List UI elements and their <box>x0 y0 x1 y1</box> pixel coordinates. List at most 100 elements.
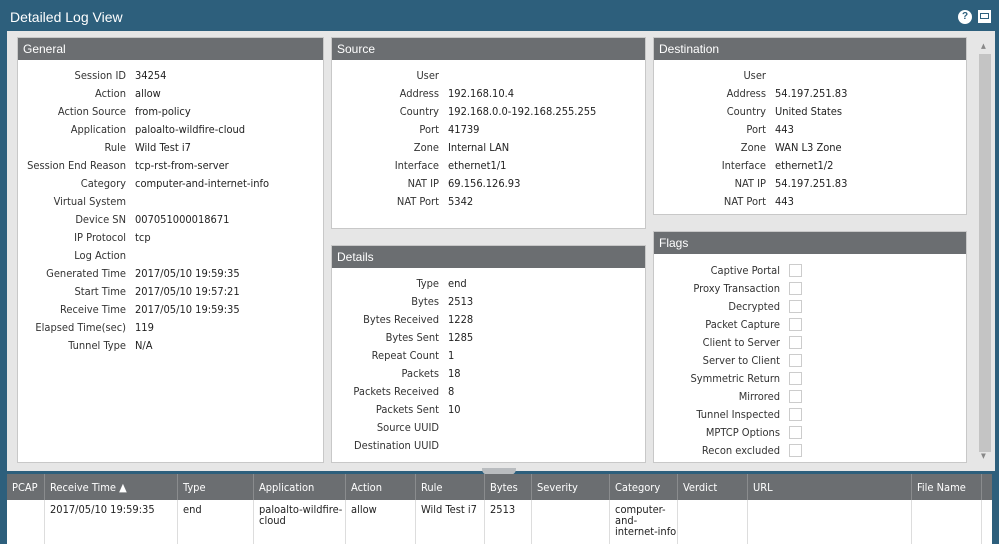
scrollbar-thumb[interactable] <box>979 54 991 452</box>
general-row: Rule Wild Test i7 <box>18 139 323 157</box>
flag-checkbox[interactable] <box>789 282 802 295</box>
general-row: Virtual System <box>18 193 323 211</box>
destination-row: Country United States <box>654 103 966 121</box>
details-rows: Type end Bytes 2513 Bytes Received 1228 Bytes … <box>332 268 645 455</box>
details-label: Packets Sent <box>375 403 439 416</box>
flag-checkbox[interactable] <box>789 444 802 457</box>
general-row: Tunnel Type N/A <box>18 337 323 355</box>
general-label: Virtual System <box>53 195 126 208</box>
flags-label: Tunnel Inspected <box>696 408 780 421</box>
flags-panel-title: Flags <box>654 232 966 254</box>
table-cell: 2017/05/10 19:59:35 <box>45 500 178 544</box>
source-value: ethernet1/1 <box>448 159 507 172</box>
scroll-down-icon[interactable]: ▼ <box>981 452 986 460</box>
general-panel-title: General <box>18 38 323 60</box>
table-cell: 2513 <box>485 500 532 544</box>
source-value: 5342 <box>448 195 474 208</box>
destination-label: NAT Port <box>723 195 766 208</box>
destination-label: Zone <box>740 141 766 154</box>
source-value: Internal LAN <box>448 141 510 154</box>
table-cell <box>532 500 610 544</box>
details-label: Packets <box>401 367 439 380</box>
flag-checkbox[interactable] <box>789 336 802 349</box>
general-value: 007051000018671 <box>135 213 230 226</box>
vertical-scrollbar[interactable]: ▲ ▼ <box>978 40 992 460</box>
general-label: Application <box>70 123 126 136</box>
window-title: Detailed Log View <box>10 9 123 25</box>
source-value: 192.168.0.0-192.168.255.255 <box>448 105 597 118</box>
destination-label: NAT IP <box>734 177 766 190</box>
table-row[interactable]: 2017/05/10 19:59:35 end paloalto-wildfire-… <box>7 500 992 544</box>
flags-label: Decrypted <box>728 300 780 313</box>
general-value: 2017/05/10 19:59:35 <box>135 303 240 316</box>
details-row: Destination UUID <box>332 437 645 455</box>
source-row: NAT IP 69.156.126.93 <box>332 175 645 193</box>
general-value: 34254 <box>135 69 167 82</box>
details-label: Type <box>416 277 439 290</box>
flags-label: Client to Server <box>702 336 780 349</box>
flag-checkbox[interactable] <box>789 426 802 439</box>
column-header[interactable]: URL <box>748 474 912 500</box>
source-panel: Source User Address 192.168.10.4 Country 192.… <box>331 37 646 229</box>
details-value: 18 <box>448 367 461 380</box>
destination-label: Address <box>726 87 766 100</box>
details-row: Packets Sent 10 <box>332 401 645 419</box>
source-row: User <box>332 67 645 85</box>
column-header[interactable]: Action <box>346 474 416 500</box>
flag-checkbox[interactable] <box>789 264 802 277</box>
maximize-icon[interactable] <box>978 10 991 23</box>
details-value: 1 <box>448 349 455 362</box>
window-title-bar: Detailed Log View ? <box>0 0 999 34</box>
scroll-up-icon[interactable]: ▲ <box>981 42 986 50</box>
flags-rows: Captive Portal Proxy Transaction Decrypted… <box>654 254 966 460</box>
column-header[interactable]: Receive Time ▲ <box>45 474 178 500</box>
destination-panel-title: Destination <box>654 38 966 60</box>
source-row: NAT Port 5342 <box>332 193 645 211</box>
flags-row: Decrypted <box>654 298 966 316</box>
general-label: Tunnel Type <box>68 339 126 352</box>
column-header[interactable]: Type <box>178 474 254 500</box>
general-label: IP Protocol <box>74 231 126 244</box>
general-row: Receive Time 2017/05/10 19:59:35 <box>18 301 323 319</box>
general-label: Generated Time <box>46 267 126 280</box>
source-label: Port <box>419 123 439 136</box>
flag-checkbox[interactable] <box>789 354 802 367</box>
table-cell <box>912 500 982 544</box>
details-value: 8 <box>448 385 455 398</box>
table-cell <box>678 500 748 544</box>
flag-checkbox[interactable] <box>789 372 802 385</box>
destination-row: NAT IP 54.197.251.83 <box>654 175 966 193</box>
column-header[interactable]: PCAP <box>7 474 45 500</box>
flags-row: Symmetric Return <box>654 370 966 388</box>
column-header[interactable]: File Name <box>912 474 982 500</box>
help-icon[interactable]: ? <box>958 10 972 24</box>
details-label: Bytes Sent <box>385 331 439 344</box>
details-label: Bytes <box>411 295 439 308</box>
general-row: Generated Time 2017/05/10 19:59:35 <box>18 265 323 283</box>
column-header[interactable]: Rule <box>416 474 485 500</box>
destination-value: 54.197.251.83 <box>775 177 848 190</box>
details-value <box>439 437 448 455</box>
column-header[interactable]: Application <box>254 474 346 500</box>
flag-checkbox[interactable] <box>789 390 802 403</box>
table-cell <box>7 500 45 544</box>
column-header[interactable]: Bytes <box>485 474 532 500</box>
flag-checkbox[interactable] <box>789 300 802 313</box>
details-label: Destination UUID <box>354 439 439 452</box>
details-label: Bytes Received <box>363 313 439 326</box>
details-row: Repeat Count 1 <box>332 347 645 365</box>
details-value: 10 <box>448 403 461 416</box>
flag-checkbox[interactable] <box>789 408 802 421</box>
general-label: Action <box>95 87 126 100</box>
general-panel: General Session ID 34254 Action allow Action … <box>17 37 324 463</box>
general-rows: Session ID 34254 Action allow Action Source f… <box>18 60 323 355</box>
general-value <box>126 193 135 211</box>
general-value: 2017/05/10 19:57:21 <box>135 285 240 298</box>
column-header[interactable]: Severity <box>532 474 610 500</box>
source-row: Zone Internal LAN <box>332 139 645 157</box>
column-header[interactable]: Verdict <box>678 474 748 500</box>
source-value: 41739 <box>448 123 480 136</box>
flag-checkbox[interactable] <box>789 318 802 331</box>
flags-row: Captive Portal <box>654 262 966 280</box>
column-header[interactable]: Category <box>610 474 678 500</box>
